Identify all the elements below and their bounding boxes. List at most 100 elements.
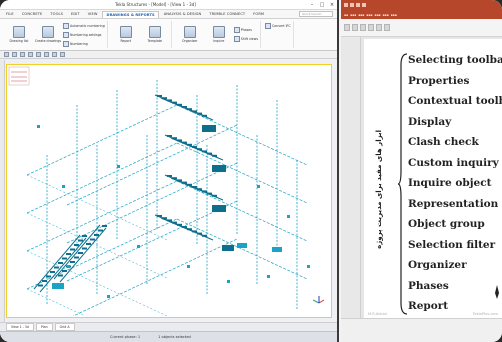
shift-views-button[interactable]: Shift views [233, 35, 258, 44]
tab-edit[interactable]: EDIT [68, 11, 83, 17]
tekla-title-bar: Tekla Structures - [Model] - [View 1 - 3… [0, 0, 337, 10]
stair-tread [62, 270, 67, 272]
view-tab-3d[interactable]: View 1 - 3d [6, 323, 34, 331]
view-tab-plan[interactable]: Plan [35, 323, 53, 331]
3d-model-viewport[interactable] [6, 64, 332, 342]
quick-access-toolbar [0, 51, 337, 59]
base-plate [52, 283, 64, 289]
connection-marker [107, 295, 110, 298]
beam [176, 142, 308, 204]
beam [26, 180, 178, 252]
ppt-tab[interactable]: ▪▪ [344, 13, 348, 17]
phases-button[interactable]: Phases [233, 26, 258, 35]
zoom-icon[interactable] [44, 52, 49, 57]
tab-form[interactable]: FORM [250, 11, 267, 17]
ppt-tab[interactable]: ▪▪▪ [374, 13, 380, 17]
create-drawings-label: Create drawings [34, 39, 62, 43]
ppt-ribbon-icon[interactable] [360, 24, 366, 31]
ppt-ribbon-icon[interactable] [376, 24, 382, 31]
tab-analysis-design[interactable]: ANALYSIS & DESIGN [161, 11, 205, 17]
maximize-icon[interactable]: □ [317, 2, 327, 8]
tab-view[interactable]: VIEW [85, 11, 101, 17]
list-item: Organizer [408, 259, 467, 271]
stair-tread [70, 248, 75, 251]
ppt-tab[interactable]: ▪▪▪ [391, 13, 397, 17]
model-area [0, 60, 337, 342]
list-item: Contextual toolbar [408, 95, 502, 107]
template-button[interactable]: Template [141, 26, 169, 43]
view-icon[interactable] [28, 52, 33, 57]
tekla-window: Tekla Structures - [Model] - [View 1 - 3… [0, 0, 339, 342]
ppt-tab[interactable]: ▪▪▪ [358, 13, 364, 17]
status-selection: 1 objects selected [158, 335, 191, 339]
pen-cursor-icon [495, 285, 499, 299]
list-item: Properties [408, 74, 470, 87]
stringer [160, 217, 214, 241]
automatic-numbering-button[interactable]: Automatic numbering [63, 21, 105, 30]
report-icon [119, 26, 132, 38]
minimize-icon[interactable]: – [307, 2, 317, 8]
numbering-settings-button[interactable]: Numbering settings [63, 30, 105, 39]
tab-drawings-reports[interactable]: DRAWINGS & REPORTS [102, 10, 159, 18]
ribbon-group-ifc: Convert IFC [263, 21, 294, 48]
slide-thumbnails-pane[interactable] [341, 37, 361, 318]
organizer-button[interactable]: Organizer [176, 26, 204, 43]
rotate-icon[interactable] [52, 52, 57, 57]
inquire-button[interactable]: Inquire [205, 26, 233, 43]
connection-marker [37, 125, 40, 128]
ppt-tab[interactable]: ▪▪▪ [383, 13, 389, 17]
stair-tread [54, 266, 59, 269]
numbering-button[interactable]: Numbering [63, 39, 105, 48]
undo-icon[interactable] [350, 3, 354, 7]
report-button[interactable]: Report [112, 26, 140, 43]
slide-footer: M.R.Akbari TeklaPlus.com [364, 309, 502, 318]
template-label: Template [147, 39, 162, 43]
vertical-caption: ابزار های مفید برای مدیریت پروژه [368, 104, 390, 274]
ppt-tab[interactable]: ▪▪▪ [350, 13, 356, 17]
view-tabs: View 1 - 3d Plan Grid A [0, 322, 337, 331]
ribbon-group-reports: Report Template [110, 21, 172, 48]
ppt-tab[interactable]: ▪▪▪ [366, 13, 372, 17]
stair-tread [42, 280, 47, 282]
present-icon[interactable] [362, 3, 366, 7]
tab-tools[interactable]: TOOLS [47, 11, 66, 17]
phases-icon [233, 27, 240, 33]
stair-tread [98, 229, 103, 232]
inquire-icon [212, 26, 225, 38]
numbering-icon [63, 22, 69, 29]
save-icon[interactable] [344, 3, 348, 7]
landing [212, 165, 226, 172]
quick-launch-input[interactable]: Quick launch [299, 11, 333, 17]
automatic-numbering-label: Automatic numbering [70, 23, 105, 28]
stair-tread [58, 274, 63, 277]
view-tab-grid[interactable]: Grid A [54, 323, 75, 331]
stair-tread [74, 244, 79, 246]
ribbon-group-drawings: Drawing list Create drawings Automatic n… [3, 21, 108, 48]
landing [222, 245, 234, 251]
convert-ifc-button[interactable]: Convert IFC [265, 21, 291, 30]
stair-tread [70, 261, 75, 263]
tab-concrete[interactable]: CONCRETE [19, 11, 46, 17]
tab-trimble-connect[interactable]: TRIMBLE CONNECT [206, 11, 248, 17]
snap-icon[interactable] [12, 52, 17, 57]
ppt-ribbon-icon[interactable] [368, 24, 374, 31]
ppt-ribbon-icon[interactable] [344, 24, 350, 31]
slide-canvas[interactable]: ابزار های مفید برای مدیریت پروژه Selecti… [364, 39, 502, 318]
ribbon-group-organizer: Organizer Inquire Phases Shift views [174, 21, 261, 48]
redo-icon[interactable] [356, 3, 360, 7]
create-drawings-button[interactable]: Create drawings [34, 26, 62, 43]
tab-file[interactable]: FILE [3, 11, 17, 17]
grid-icon[interactable] [36, 52, 41, 57]
list-item: Selection filter [408, 238, 496, 251]
filter-icon[interactable] [20, 52, 25, 57]
create-drawings-icon [42, 26, 54, 38]
stair-tread [58, 262, 63, 264]
ppt-ribbon-icon[interactable] [384, 24, 390, 31]
pan-icon[interactable] [60, 52, 65, 57]
drawing-list-button[interactable]: Drawing list [5, 26, 33, 43]
select-icon[interactable] [4, 52, 9, 57]
close-icon[interactable]: × [327, 2, 337, 8]
ppt-ribbon-icon[interactable] [352, 24, 358, 31]
beam [176, 218, 308, 280]
ribbon-tabs: FILE CONCRETE TOOLS EDIT VIEW DRAWINGS &… [0, 10, 337, 19]
